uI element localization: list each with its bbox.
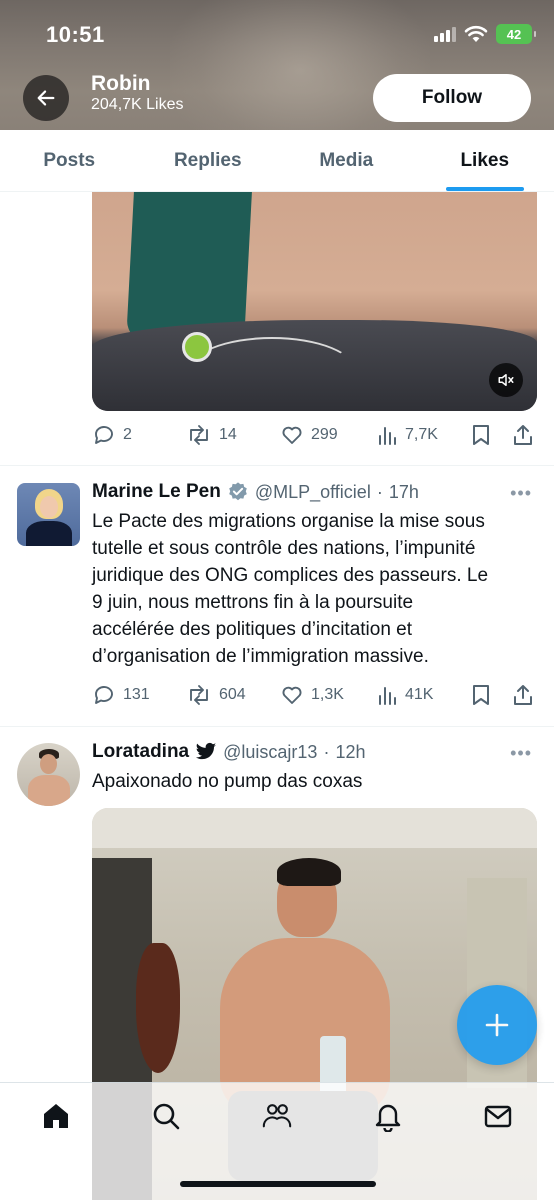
profile-tabs: Posts Replies Media Likes xyxy=(0,130,554,192)
post-time: 17h xyxy=(388,481,419,502)
follow-button[interactable]: Follow xyxy=(373,74,531,122)
like-action[interactable]: 1,3K xyxy=(280,683,344,707)
home-icon xyxy=(44,1104,68,1128)
tweet-text-line: tutelle et sous contrôle des nations, l’… xyxy=(92,538,476,559)
repost-count: 14 xyxy=(219,426,237,443)
image-ceiling xyxy=(92,808,537,848)
tweet-text-line: 9 juin, nous mettrons fin à la poursuite xyxy=(92,592,414,613)
post-time: 12h xyxy=(335,741,366,762)
tab-posts[interactable]: Posts xyxy=(0,130,139,191)
wifi-icon xyxy=(464,25,488,42)
profile-likes-count: 204,7K Likes xyxy=(91,96,184,113)
post-video[interactable] xyxy=(92,192,537,411)
reply-count: 2 xyxy=(123,426,132,443)
separator-dot: · xyxy=(376,481,383,502)
post-actions: 2 14 299 7,7K xyxy=(92,420,537,450)
like-action[interactable]: 299 xyxy=(280,423,338,447)
views-count: 7,7K xyxy=(405,426,438,443)
reply-icon xyxy=(95,426,113,444)
tab-media[interactable]: Media xyxy=(277,130,416,191)
status-time: 10:51 xyxy=(46,22,105,47)
repost-icon xyxy=(190,685,208,705)
video-frame-shorts xyxy=(126,192,252,342)
share-icon[interactable] xyxy=(512,423,534,447)
avatar[interactable] xyxy=(17,483,80,546)
views-action[interactable]: 41K xyxy=(376,684,433,706)
more-options-icon[interactable]: ••• xyxy=(510,743,532,764)
author-name[interactable]: Loratadina xyxy=(92,741,189,763)
repost-count: 604 xyxy=(219,686,246,703)
tweet-header: Loratadina @luiscajr13 · 12h xyxy=(92,741,365,763)
tweet-text-line: d’organisation de l’immigration massive. xyxy=(92,646,429,667)
views-action[interactable]: 7,7K xyxy=(376,424,438,446)
home-indicator xyxy=(180,1181,376,1187)
notifications-icon xyxy=(375,1104,401,1132)
avatar-face xyxy=(40,496,58,518)
views-icon xyxy=(379,427,396,445)
speaker-muted-icon xyxy=(498,374,514,386)
search-icon xyxy=(153,1103,180,1130)
image-guitar xyxy=(136,943,180,1073)
avatar-body xyxy=(28,775,70,806)
plus-icon xyxy=(485,1013,509,1037)
tweet-text: Le Pacte des migrations organise la mise… xyxy=(92,508,537,670)
twitter-bird-icon xyxy=(196,742,217,760)
status-indicators: 42 xyxy=(434,24,536,44)
post-actions: 131 604 1,3K 41K xyxy=(92,680,537,710)
video-frame-cable xyxy=(187,337,357,407)
cellular-signal-icon xyxy=(434,26,456,42)
repost-action[interactable]: 604 xyxy=(186,683,246,707)
views-icon xyxy=(379,687,396,705)
reply-count: 131 xyxy=(123,686,150,703)
avatar-face xyxy=(40,754,57,774)
nav-communities[interactable] xyxy=(261,1100,293,1132)
author-name[interactable]: Marine Le Pen xyxy=(92,481,221,503)
post-divider xyxy=(0,465,554,466)
mute-button[interactable] xyxy=(489,363,523,397)
nav-notifications[interactable] xyxy=(372,1100,404,1132)
avatar[interactable] xyxy=(17,743,80,806)
reply-action[interactable]: 2 xyxy=(92,423,132,447)
arrow-left-icon xyxy=(37,90,55,106)
author-handle[interactable]: @MLP_officiel xyxy=(255,482,371,503)
author-handle[interactable]: @luiscajr13 xyxy=(223,742,317,763)
post-divider xyxy=(0,726,554,727)
verified-badge-icon xyxy=(229,482,247,501)
tab-replies[interactable]: Replies xyxy=(139,130,278,191)
tweet-text-line: accélérée des politiques d’incitation et xyxy=(92,619,413,640)
more-options-icon[interactable]: ••• xyxy=(510,483,532,504)
image-person-hair xyxy=(277,858,341,886)
like-count: 299 xyxy=(311,426,338,443)
like-count: 1,3K xyxy=(311,686,344,703)
communities-icon xyxy=(262,1104,292,1128)
reply-action[interactable]: 131 xyxy=(92,683,150,707)
tweet-text: Apaixonado no pump das coxas xyxy=(92,771,363,792)
profile-name: Robin xyxy=(91,72,151,95)
heart-icon xyxy=(282,686,302,704)
battery-icon: 42 xyxy=(496,24,536,44)
nav-home[interactable] xyxy=(40,1100,72,1132)
reply-icon xyxy=(95,686,113,704)
compose-button[interactable] xyxy=(457,985,537,1065)
bookmark-icon[interactable] xyxy=(470,423,492,447)
tweet-text-line: Le Pacte des migrations organise la mise… xyxy=(92,511,485,532)
heart-icon xyxy=(282,426,302,444)
separator-dot: · xyxy=(323,741,330,762)
nav-search[interactable] xyxy=(150,1100,182,1132)
messages-icon xyxy=(484,1105,512,1128)
nav-messages[interactable] xyxy=(482,1100,514,1132)
tweet-text-line: juridique des ONG complices des passeurs… xyxy=(92,565,489,586)
avatar-body xyxy=(26,521,72,546)
video-frame-mic xyxy=(182,332,212,362)
back-button[interactable] xyxy=(23,75,69,121)
profile-header-banner: 10:51 42 Robin 204,7K Likes Follow xyxy=(0,0,554,130)
repost-action[interactable]: 14 xyxy=(186,423,237,447)
repost-icon xyxy=(190,425,208,445)
tab-likes[interactable]: Likes xyxy=(416,130,554,191)
tweet-header: Marine Le Pen @MLP_officiel · 17h xyxy=(92,481,419,503)
share-icon[interactable] xyxy=(512,683,534,707)
bookmark-icon[interactable] xyxy=(470,683,492,707)
views-count: 41K xyxy=(405,686,434,703)
